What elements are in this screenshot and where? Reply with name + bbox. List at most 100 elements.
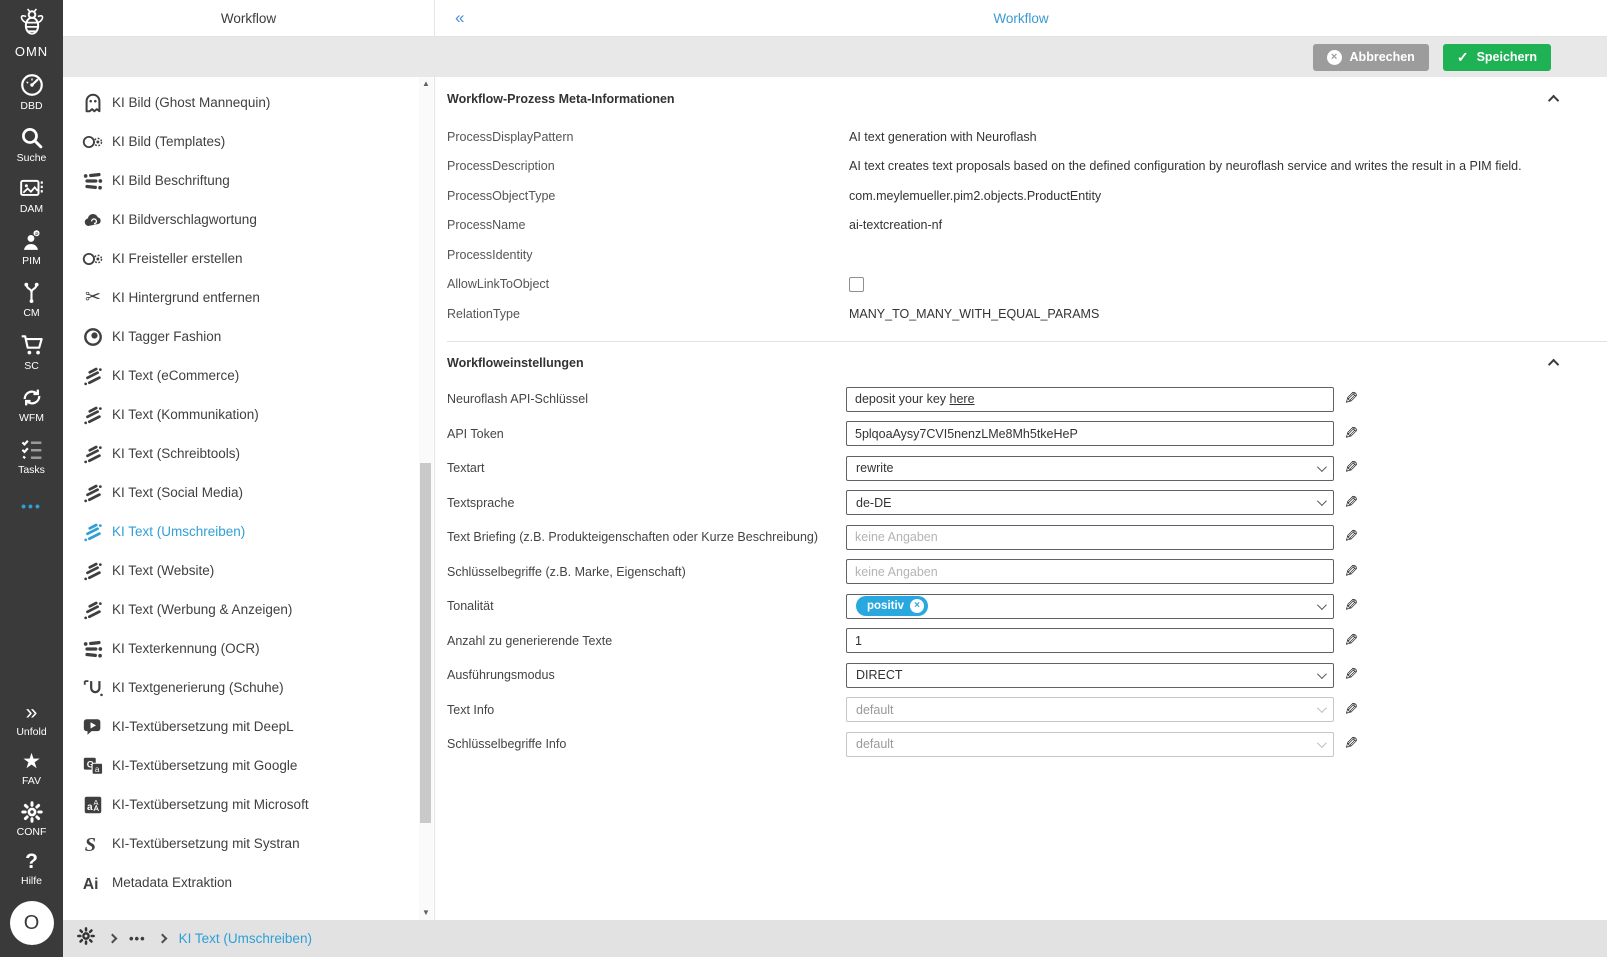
detail-header: « Workflow [435,0,1607,37]
microsoft-translator-icon: aA [78,794,108,816]
workflow-item[interactable]: KI Texterkennung (OCR) [63,629,434,668]
edit-pencil-icon[interactable]: ✎ [1344,527,1358,547]
workflow-item[interactable]: KI Text (Schreibtools) [63,434,434,473]
edit-pencil-icon[interactable]: ✎ [1344,631,1358,651]
pen-strokes-icon [78,599,108,621]
form-row-ausfuehrungsmodus: Ausführungsmodus DIRECT ✎ [447,662,1607,688]
settings-section-header: Workfloweinstellungen [447,356,1607,370]
api-key-link[interactable]: here [950,392,975,406]
user-avatar[interactable]: O [9,901,54,945]
ausfuehrungsmodus-select[interactable]: DIRECT [846,662,1334,688]
quote-icon [78,677,108,699]
edit-pencil-icon[interactable]: ✎ [1344,665,1358,685]
workflow-item[interactable]: Ga KI-Textübersetzung mit Google [63,746,434,785]
workflow-item[interactable]: KI Textgenerierung (Schuhe) [63,668,434,707]
form-row-tonalitaet: Tonalität positiv × ✎ [447,593,1607,619]
process-gear-icon[interactable] [76,926,96,951]
chevron-down-icon [1316,461,1327,472]
edit-pencil-icon[interactable]: ✎ [1344,458,1358,478]
sidebar-item-dam[interactable]: DAM [0,177,63,215]
detail-content: Workflow-Prozess Meta-Informationen Proc… [435,77,1607,920]
workflow-item[interactable]: KI Tagger Fashion [63,317,434,356]
textart-select[interactable]: rewrite [846,455,1334,481]
sidebar-item-suche[interactable]: Suche [0,125,63,164]
allowlinktoobject-checkbox[interactable] [849,276,864,292]
sidebar-item-sc[interactable]: SC [0,332,63,372]
sidebar-item-cm[interactable]: CM [0,280,63,319]
collapse-panel-icon[interactable]: « [455,8,464,28]
edit-pencil-icon[interactable]: ✎ [1344,424,1358,444]
scroll-up-icon[interactable]: ▲ [422,77,430,91]
workflow-item[interactable]: S KI-Textübersetzung mit Systran [63,824,434,863]
list-panel-toolbar [63,37,434,77]
pen-strokes-icon [78,482,108,504]
api-token-input[interactable] [846,421,1334,446]
anzahl-input[interactable] [846,628,1334,653]
detail-title: Workflow [993,10,1049,26]
branch-icon [19,280,44,305]
workflow-item[interactable]: Ai Metadata Extraktion [63,863,434,902]
form-row-textart: Textart rewrite ✎ [447,455,1607,481]
scrollbar-track[interactable] [419,91,433,906]
schluesselbegriffe-input[interactable] [846,559,1334,584]
omn-logo[interactable]: OMN [15,6,48,59]
sidebar-item-fav[interactable]: ★ FAV [0,751,63,788]
text-briefing-input[interactable] [846,524,1334,550]
collapse-section-icon[interactable] [1547,94,1560,107]
workflow-item[interactable]: KI Bild (Ghost Mannequin) [63,83,434,122]
checklist-icon [19,437,45,462]
sidebar-item-unfold[interactable]: » Unfold [0,702,63,739]
workflow-item[interactable]: KI Bildverschlagwortung [63,200,434,239]
save-button[interactable]: ✓ Speichern [1442,43,1551,71]
workflow-item[interactable]: ✂ KI Hintergrund entfernen [63,278,434,317]
workflow-item[interactable]: KI Text (Website) [63,551,434,590]
sidebar-item-hilfe[interactable]: ? Hilfe [0,851,63,888]
tonalitaet-select[interactable]: positiv × [846,593,1334,619]
sidebar-item-wfm[interactable]: WFM [0,385,63,424]
edit-pencil-icon[interactable]: ✎ [1344,596,1358,616]
workflow-item[interactable]: KI Bild Beschriftung [63,161,434,200]
edit-pencil-icon[interactable]: ✎ [1344,734,1358,754]
breadcrumb-current[interactable]: KI Text (Umschreiben) [179,931,312,946]
scroll-down-icon[interactable]: ▼ [422,906,430,920]
detail-toolbar: × Abbrechen ✓ Speichern [435,37,1607,77]
api-key-input[interactable]: deposit your key here [846,386,1334,412]
meta-row: ProcessObjectType com.meylemueller.pim2.… [447,188,1102,203]
meta-section-title: Workflow-Prozess Meta-Informationen [447,92,675,106]
workflow-item[interactable]: KI Text (Werbung & Anzeigen) [63,590,434,629]
edit-pencil-icon[interactable]: ✎ [1344,493,1358,513]
workflow-item[interactable]: KI-Textübersetzung mit DeepL [63,707,434,746]
edit-pencil-icon[interactable]: ✎ [1344,389,1358,409]
pen-strokes-icon [78,521,108,543]
ghost-icon [78,92,108,114]
pen-strokes-icon [78,560,108,582]
workflow-list-panel: Workflow KI Bild (Ghost Mannequin) KI Bi… [63,0,435,920]
circle-gear-icon [78,131,108,153]
breadcrumb-ellipsis[interactable]: ••• [129,931,146,946]
cancel-button[interactable]: × Abbrechen [1312,43,1429,71]
edit-pencil-icon[interactable]: ✎ [1344,562,1358,582]
sidebar-item-pim[interactable]: P PIM [0,228,63,267]
collapse-section-icon[interactable] [1547,358,1560,370]
scrollbar-thumb[interactable] [420,463,431,823]
workflow-item[interactable]: KI Bild (Templates) [63,122,434,161]
textsprache-select[interactable]: de-DE [846,490,1334,515]
sidebar-item-dbd[interactable]: DBD [0,72,63,112]
workflow-item[interactable]: KI Text (eCommerce) [63,356,434,395]
sidebar-item-tasks[interactable]: Tasks [0,437,63,476]
edit-pencil-icon[interactable]: ✎ [1344,700,1358,720]
remove-tag-icon[interactable]: × [910,599,925,613]
workflow-item[interactable]: KI Text (Social Media) [63,473,434,512]
workflow-item[interactable]: KI Freisteller erstellen [63,239,434,278]
sidebar-item-conf[interactable]: CONF [0,800,63,838]
chevron-right-icon [157,933,168,944]
workflow-item[interactable]: KI Text (Kommunikation) [63,395,434,434]
sidebar-more-dots-icon[interactable]: ••• [21,498,42,514]
nodes-icon [78,638,108,660]
bee-icon [17,6,47,43]
image-icon [19,177,45,201]
workflow-item[interactable]: a A KI-Textübersetzung mit Microsoft [63,785,434,824]
workflow-item-selected[interactable]: KI Text (Umschreiben) [63,512,434,551]
sync-icon [19,385,45,410]
pen-strokes-icon [78,443,108,465]
